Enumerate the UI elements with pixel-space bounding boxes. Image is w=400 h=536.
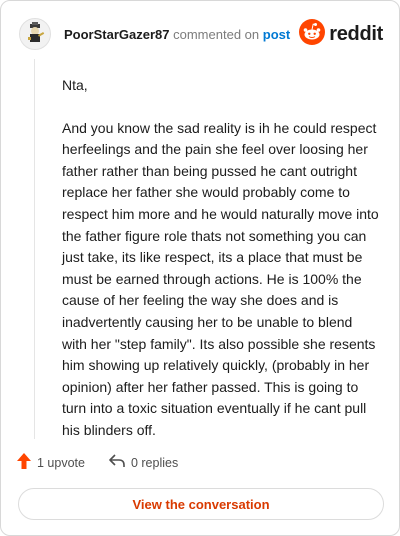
username[interactable]: PoorStarGazer87 [64, 27, 170, 42]
post-link[interactable]: post [263, 27, 290, 42]
comment-card: PoorStarGazer87 commented on post reddit [0, 0, 400, 536]
comment-greeting: Nta, [62, 77, 88, 93]
upvote-count: 1 upvote [37, 455, 85, 470]
reddit-wordmark: reddit [329, 23, 383, 45]
comment-meta: PoorStarGazer87 commented on post [64, 27, 290, 42]
action-text: commented on [173, 26, 260, 42]
comment-header: PoorStarGazer87 commented on post reddit [19, 17, 383, 51]
thread-line [34, 59, 35, 439]
reply-arrow-icon [109, 454, 131, 471]
comment-text: And you know the sad reality is ih he co… [62, 119, 379, 438]
upvote-arrow-icon [17, 453, 37, 472]
upvote-button[interactable]: 1 upvote [17, 453, 85, 472]
reddit-logo[interactable]: reddit [299, 19, 383, 50]
user-avatar[interactable] [19, 18, 51, 50]
reddit-snoo-icon [299, 19, 326, 50]
replies-button[interactable]: 0 replies [109, 454, 178, 471]
replies-count: 0 replies [130, 455, 179, 470]
comment-footer: 1 upvote 0 replies [17, 453, 178, 472]
stargazer-avatar-icon [24, 21, 46, 48]
view-conversation-button[interactable]: View the conversation [18, 488, 384, 520]
comment-body: Nta, And you know the sad reality is ih … [62, 75, 380, 442]
